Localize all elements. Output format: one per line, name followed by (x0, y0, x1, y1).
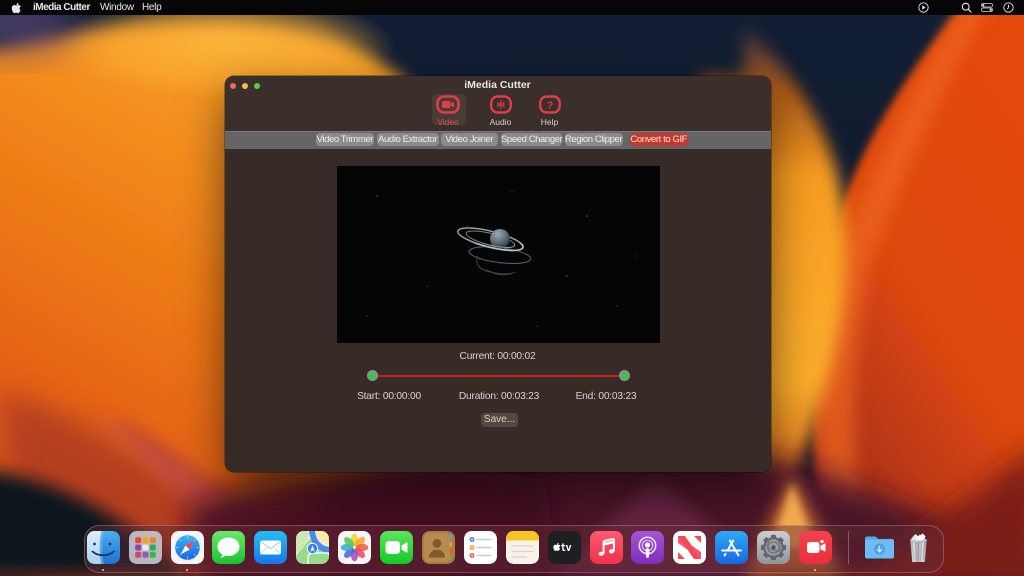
svg-text:?: ? (546, 100, 552, 111)
